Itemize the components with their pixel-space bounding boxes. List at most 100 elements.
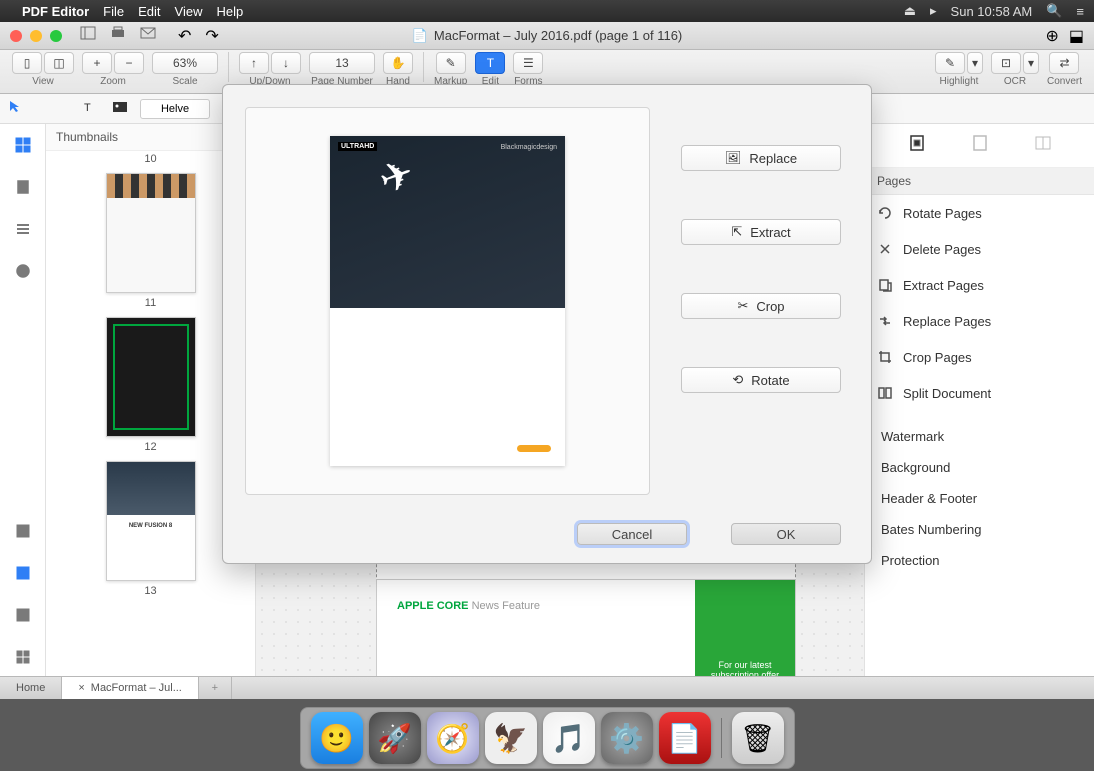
- minimize-window-button[interactable]: [30, 30, 42, 42]
- system-menubar: PDF Editor File Edit View Help ⏏ ▸ Sun 1…: [0, 0, 1094, 22]
- dock-itunes-icon[interactable]: 🎵: [543, 712, 595, 764]
- ocr-dropdown[interactable]: ▾: [1023, 52, 1039, 74]
- cursor-tool-icon[interactable]: [8, 99, 22, 118]
- bates-numbering-item[interactable]: Bates Numbering: [865, 514, 1094, 545]
- print-icon[interactable]: [110, 26, 126, 46]
- page-up-button[interactable]: ↑: [239, 52, 269, 74]
- zoom-out-button[interactable]: −: [114, 52, 144, 74]
- hand-tool-button[interactable]: ✋: [383, 52, 413, 74]
- promo-box: For our latest subscription offer see pa…: [695, 580, 795, 676]
- close-window-button[interactable]: [10, 30, 22, 42]
- tab-document[interactable]: ×MacFormat – Jul...: [62, 677, 199, 699]
- properties-icon[interactable]: ⬓: [1069, 26, 1084, 46]
- spotlight-icon[interactable]: 🔍: [1046, 3, 1062, 19]
- crop-button[interactable]: ✂Crop: [681, 293, 841, 319]
- scale-group: 63% Scale: [152, 52, 218, 87]
- highlight-dropdown[interactable]: ▾: [967, 52, 983, 74]
- ocr-button[interactable]: ⊡: [991, 52, 1021, 74]
- airplay-icon[interactable]: ▸: [930, 3, 937, 19]
- view-double-button[interactable]: ◫: [44, 52, 74, 74]
- layout-4-icon[interactable]: [14, 648, 32, 666]
- dock: 🙂 🚀 🧭 🦅 🎵 ⚙️ 📄 🗑: [300, 707, 795, 769]
- markup-button[interactable]: ✎: [436, 52, 466, 74]
- dock-trash-icon[interactable]: 🗑: [732, 712, 784, 764]
- dock-preferences-icon[interactable]: ⚙️: [601, 712, 653, 764]
- page-down-button[interactable]: ↓: [271, 52, 301, 74]
- menu-view[interactable]: View: [175, 4, 203, 19]
- replace-button[interactable]: 🖼Replace: [681, 145, 841, 171]
- pdf-doc-icon: 📄: [412, 28, 428, 44]
- close-tab-icon[interactable]: ×: [78, 682, 84, 694]
- header-footer-item[interactable]: Header & Footer: [865, 483, 1094, 514]
- left-rail: i: [0, 124, 46, 676]
- edit-group: T Edit: [475, 52, 505, 87]
- tab-home[interactable]: Home: [0, 677, 62, 699]
- highlight-button[interactable]: ✎: [935, 52, 965, 74]
- watermark-item[interactable]: Watermark: [865, 421, 1094, 452]
- app-name[interactable]: PDF Editor: [22, 4, 89, 19]
- rotate-pages-item[interactable]: Rotate Pages: [865, 195, 1094, 231]
- zoom-value-field[interactable]: 63%: [152, 52, 218, 74]
- dock-safari-icon[interactable]: 🧭: [427, 712, 479, 764]
- outline-icon[interactable]: [14, 220, 32, 238]
- mail-icon[interactable]: [140, 26, 156, 46]
- split-document-item[interactable]: Split Document: [865, 375, 1094, 411]
- menu-edit[interactable]: Edit: [138, 4, 160, 19]
- dock-pdfeditor-icon[interactable]: 📄: [659, 712, 711, 764]
- layout-2-icon[interactable]: [14, 564, 32, 582]
- document-tabbar: Home ×MacFormat – Jul... +: [0, 676, 1094, 699]
- image-edit-icon[interactable]: [112, 100, 128, 118]
- bookmarks-icon[interactable]: [14, 178, 32, 196]
- share-icon[interactable]: ⊕: [1045, 26, 1058, 46]
- layout-1-icon[interactable]: [14, 522, 32, 540]
- thumbnails-view-icon[interactable]: [14, 136, 32, 154]
- convert-button[interactable]: ⇄: [1049, 52, 1079, 74]
- font-select[interactable]: Helve: [140, 99, 210, 119]
- replace-pages-item[interactable]: Replace Pages: [865, 303, 1094, 339]
- layout-3-icon[interactable]: [14, 606, 32, 624]
- clock[interactable]: Sun 10:58 AM: [951, 4, 1033, 19]
- zoom-window-button[interactable]: [50, 30, 62, 42]
- pages-tab-icon[interactable]: [908, 134, 926, 157]
- background-item[interactable]: Background: [865, 452, 1094, 483]
- extract-icon: ⇱: [731, 224, 742, 240]
- page-number-field[interactable]: 13: [309, 52, 375, 74]
- delete-pages-item[interactable]: Delete Pages: [865, 231, 1094, 267]
- updown-group: ↑ ↓ Up/Down: [239, 52, 301, 87]
- menu-file[interactable]: File: [103, 4, 124, 19]
- redo-icon[interactable]: ↷: [205, 26, 218, 46]
- extract-button[interactable]: ⇱Extract: [681, 219, 841, 245]
- dock-launchpad-icon[interactable]: 🚀: [369, 712, 421, 764]
- crop-pages-item[interactable]: Crop Pages: [865, 339, 1094, 375]
- cancel-button[interactable]: Cancel: [577, 523, 687, 545]
- rotate-button[interactable]: ⟲Rotate: [681, 367, 841, 393]
- text-edit-icon[interactable]: T: [84, 100, 100, 118]
- ok-button[interactable]: OK: [731, 523, 841, 545]
- forms-button[interactable]: ☰: [513, 52, 543, 74]
- right-panel: Pages Rotate Pages Delete Pages Extract …: [864, 124, 1094, 676]
- new-tab-button[interactable]: +: [199, 677, 232, 699]
- info-icon[interactable]: i: [14, 262, 32, 280]
- dock-mail-icon[interactable]: 🦅: [485, 712, 537, 764]
- view-single-button[interactable]: ▯: [12, 52, 42, 74]
- dock-finder-icon[interactable]: 🙂: [311, 712, 363, 764]
- image-edit-dialog: ULTRAHD Blackmagicdesign ✈ 🖼Replace ⇱Ext…: [222, 84, 872, 564]
- notification-center-icon[interactable]: ≡: [1076, 4, 1084, 19]
- display-icon[interactable]: ⏏: [904, 3, 916, 19]
- sidebar-toggle-icon[interactable]: [80, 26, 96, 46]
- page-pill: [517, 445, 551, 452]
- menu-help[interactable]: Help: [216, 4, 243, 19]
- zoom-in-button[interactable]: +: [82, 52, 112, 74]
- article-tag: APPLE CORE News Feature: [397, 600, 540, 612]
- compare-tab-icon[interactable]: [1034, 134, 1052, 157]
- svg-text:T: T: [84, 102, 91, 113]
- undo-icon[interactable]: ↶: [178, 26, 191, 46]
- dialog-preview: ULTRAHD Blackmagicdesign ✈: [245, 107, 650, 495]
- replace-icon: 🖼: [725, 150, 742, 166]
- extract-pages-item[interactable]: Extract Pages: [865, 267, 1094, 303]
- edit-button[interactable]: T: [475, 52, 505, 74]
- content-tab-icon[interactable]: [971, 134, 989, 157]
- ultrahd-badge: ULTRAHD: [338, 142, 377, 151]
- zoom-group: + − Zoom: [82, 52, 144, 87]
- protection-item[interactable]: Protection: [865, 545, 1094, 576]
